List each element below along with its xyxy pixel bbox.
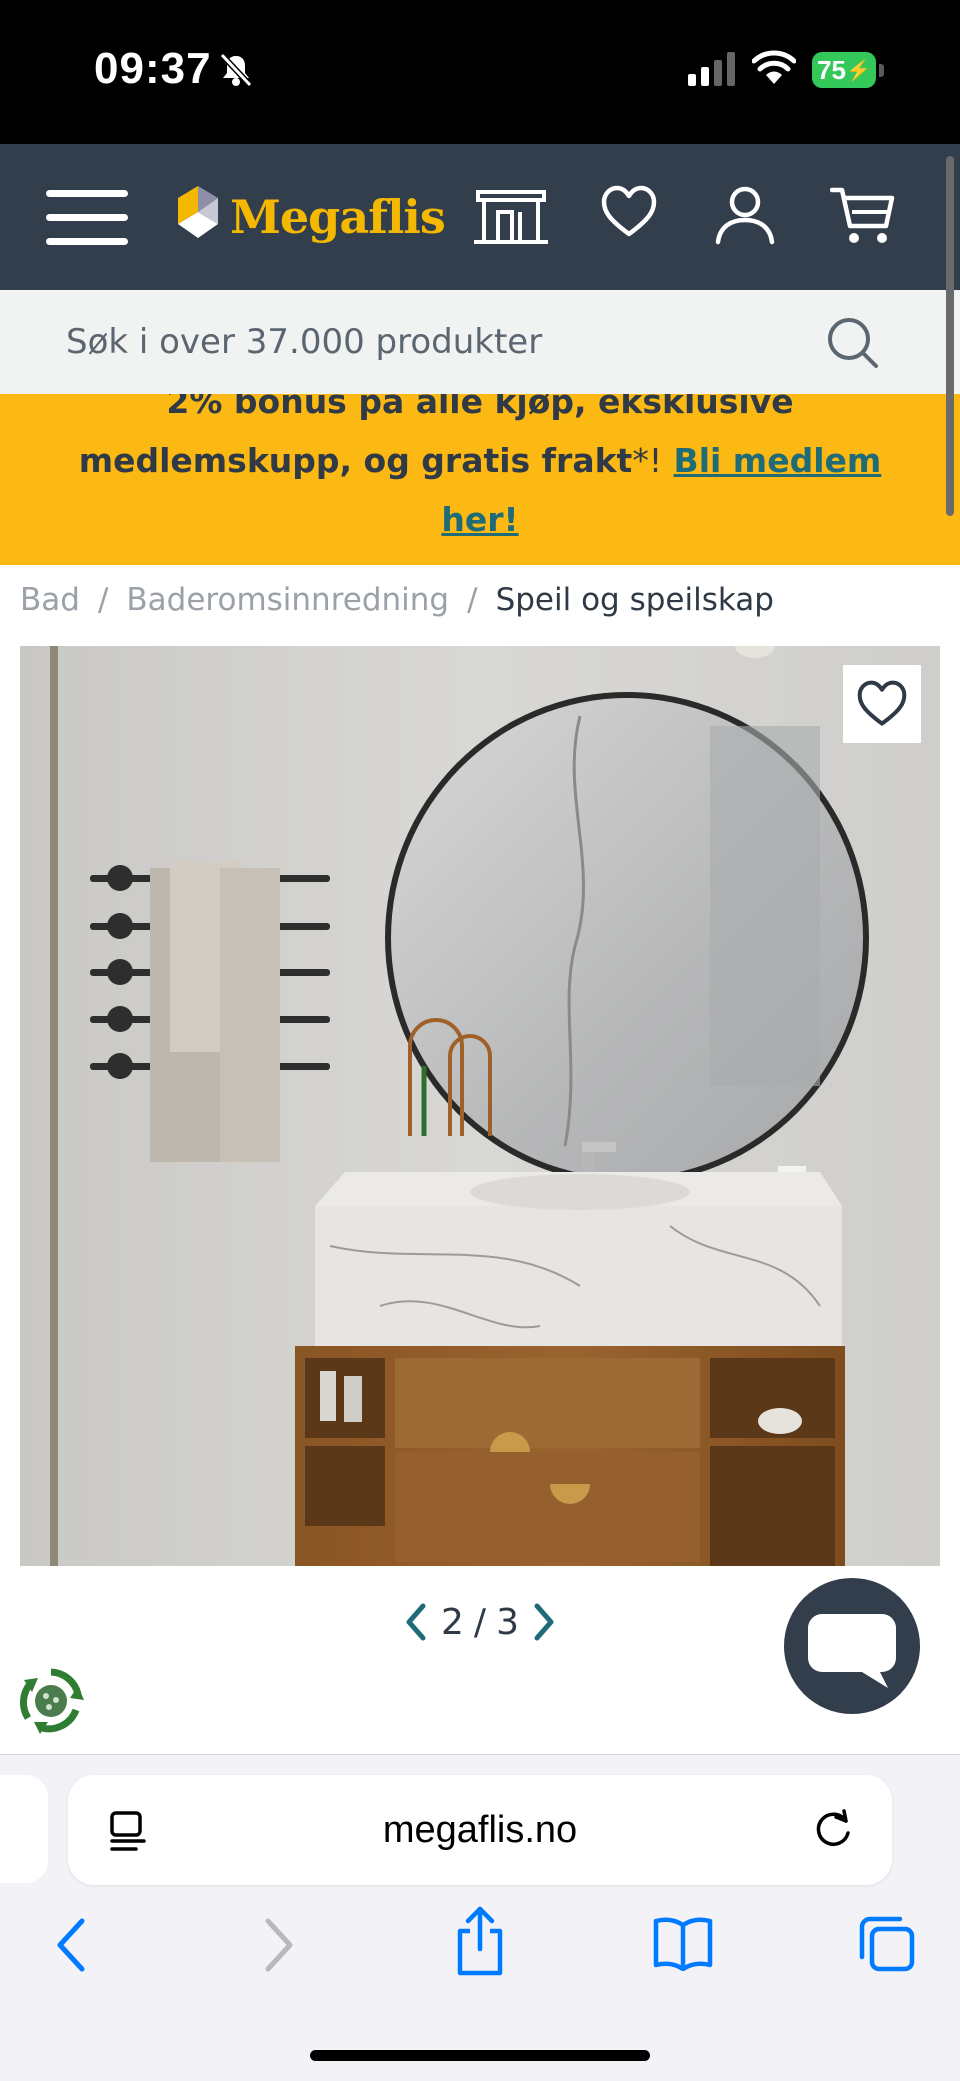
forward-icon[interactable] [258, 1915, 298, 1975]
promo-line-1: 2% bonus på alle kjøp, eksklusive [166, 394, 794, 421]
breadcrumb-separator: / [97, 582, 109, 618]
breadcrumb-item-bad[interactable]: Bad [20, 582, 80, 618]
bathroom-scene-image [20, 646, 940, 1566]
tabs-icon[interactable] [858, 1915, 916, 1973]
promo-line-2: medlemskupp, og gratis frakt [78, 441, 633, 480]
product-image[interactable] [20, 646, 940, 1566]
share-icon[interactable] [452, 1905, 508, 1977]
battery-level: 75 [817, 54, 846, 85]
search-input[interactable] [64, 318, 784, 366]
search-icon[interactable] [826, 316, 880, 370]
promo-banner-text: 2% bonus på alle kjøp, eksklusive medlem… [60, 394, 900, 549]
wifi-icon [752, 50, 796, 84]
bookmarks-icon[interactable] [652, 1915, 714, 1971]
search-bar [0, 290, 960, 394]
user-icon[interactable] [714, 184, 776, 246]
bell-muted-icon [219, 52, 253, 88]
breadcrumb-item-current: Speil og speilskap [495, 582, 774, 618]
heart-icon[interactable] [600, 184, 658, 240]
address-bar[interactable]: megaflis.no [68, 1775, 892, 1885]
gallery-current: 2 [441, 1601, 464, 1643]
site-header: Megaflis [0, 144, 960, 290]
status-time: 09:37 [94, 44, 212, 93]
favorite-button[interactable] [843, 665, 921, 743]
battery-nub [879, 64, 884, 77]
previous-tab-preview[interactable] [0, 1775, 48, 1883]
gallery-separator: / [473, 1601, 487, 1643]
browser-chrome: megaflis.no [0, 1754, 960, 2081]
menu-icon[interactable] [46, 186, 128, 248]
breadcrumb: Bad / Baderomsinnredning / Speil og speilska… [20, 582, 774, 618]
logo-mark-icon [178, 186, 218, 238]
chevron-left-icon[interactable] [401, 1602, 431, 1642]
breadcrumb-item-baderomsinnredning[interactable]: Baderomsinnredning [126, 582, 449, 618]
chevron-right-icon[interactable] [529, 1602, 559, 1642]
breadcrumb-separator: / [467, 582, 478, 618]
reload-icon[interactable] [812, 1807, 856, 1851]
megaflis-logo[interactable]: Megaflis [174, 182, 446, 252]
membership-link-continued[interactable]: her! [441, 500, 518, 539]
status-bar: 09:37 75 ⚡ [0, 0, 960, 144]
chat-bubble-icon [808, 1614, 896, 1688]
store-icon[interactable] [472, 184, 550, 248]
chat-button[interactable] [784, 1578, 920, 1714]
gallery-pager: 2 / 3 [380, 1594, 580, 1650]
cart-icon[interactable] [830, 184, 896, 248]
promo-asterisk: *! [632, 441, 663, 480]
url-text: megaflis.no [382, 1809, 578, 1851]
home-indicator [310, 2050, 650, 2061]
back-icon[interactable] [52, 1915, 92, 1975]
heart-icon [857, 680, 907, 726]
scroll-indicator [946, 156, 954, 516]
recycle-badge-icon[interactable] [16, 1666, 86, 1736]
gallery-total: 3 [496, 1601, 519, 1643]
membership-link[interactable]: Bli medlem [674, 441, 882, 480]
battery-indicator: 75 ⚡ [812, 52, 876, 88]
logo-text: Megaflis [230, 190, 446, 244]
cellular-signal-icon [688, 52, 735, 86]
promo-banner: 2% bonus på alle kjøp, eksklusive medlem… [0, 394, 960, 565]
